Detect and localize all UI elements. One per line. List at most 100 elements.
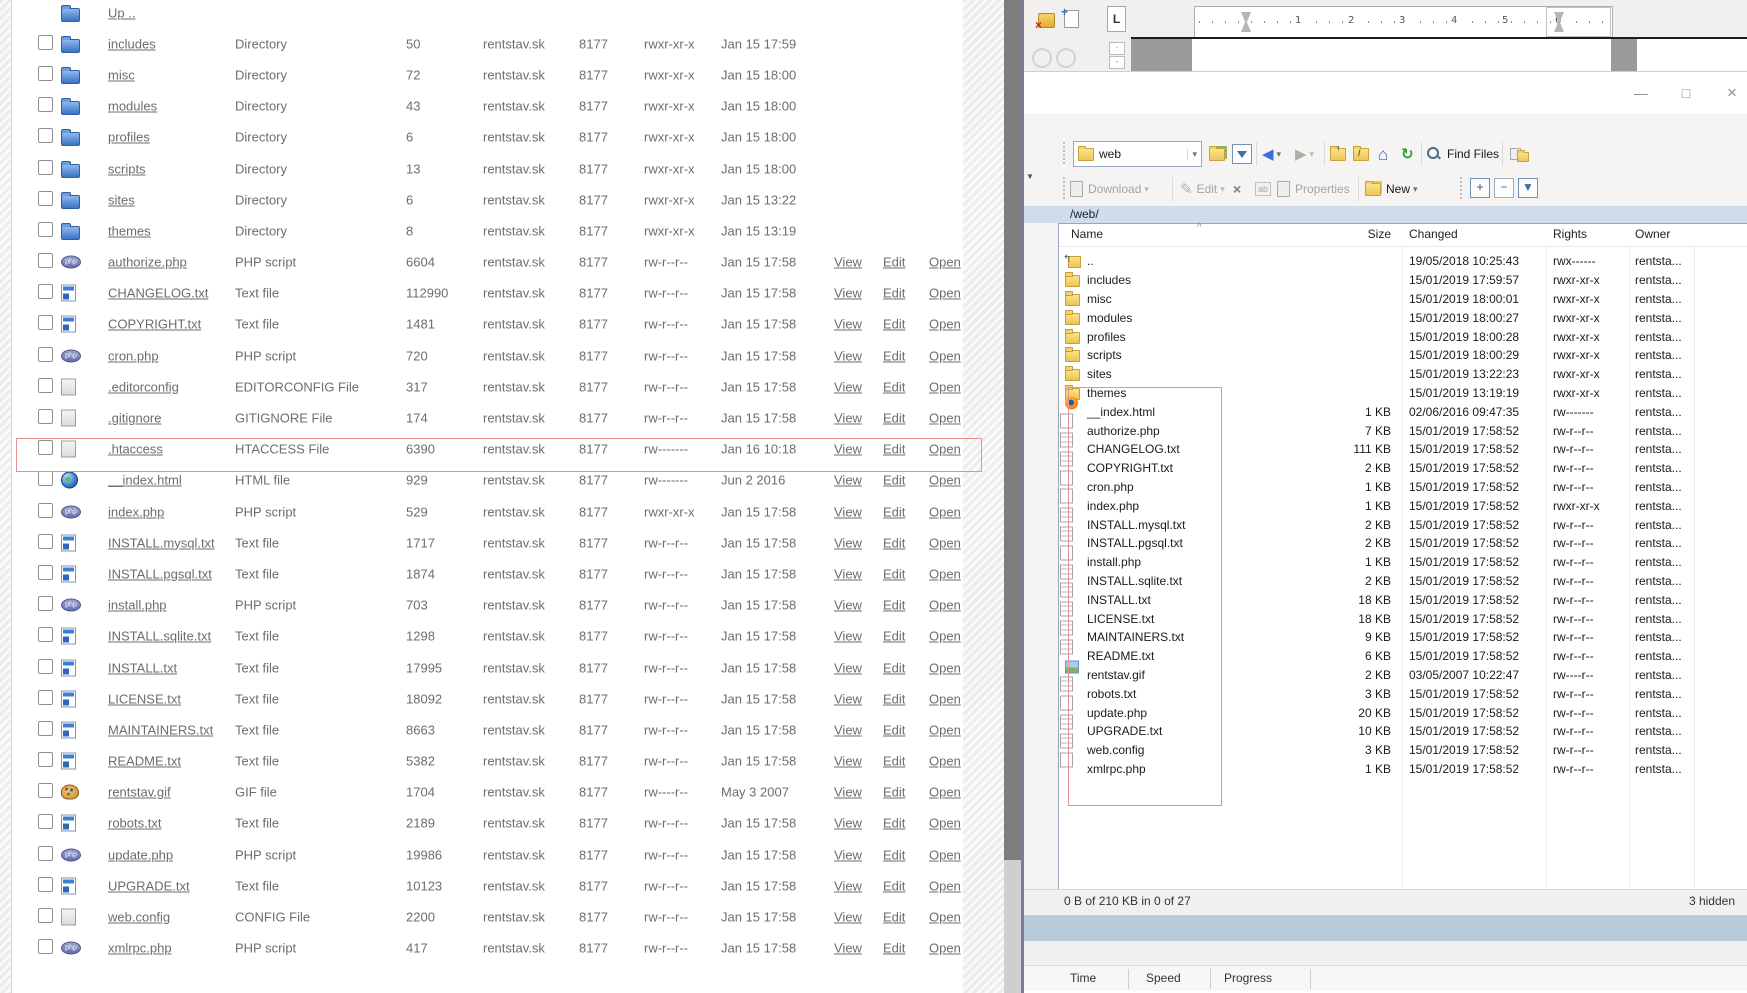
file-name-link[interactable]: index.php [108, 504, 164, 519]
view-link[interactable]: View [834, 566, 862, 581]
edit-link[interactable]: Edit [883, 691, 905, 706]
view-link[interactable]: View [834, 847, 862, 862]
properties-button[interactable]: Properties [1277, 176, 1350, 202]
decrease-size-button[interactable]: − [1494, 178, 1514, 198]
remote-file-row[interactable]: update.php 20 KB 15/01/2019 17:58:52 rw-… [1059, 703, 1747, 722]
edit-link[interactable]: Edit [883, 629, 905, 644]
open-link[interactable]: Open [929, 660, 961, 675]
new-button[interactable]: New▾ [1365, 176, 1418, 202]
view-link[interactable]: View [834, 535, 862, 550]
file-name-link[interactable]: INSTALL.mysql.txt [108, 535, 215, 550]
open-link[interactable]: Open [929, 816, 961, 831]
edit-link[interactable]: Edit [883, 317, 905, 332]
file-name-link[interactable]: INSTALL.sqlite.txt [108, 629, 211, 644]
view-link[interactable]: View [834, 941, 862, 956]
remote-file-row[interactable]: sites 15/01/2019 13:22:23 rwxr-xr-x rent… [1059, 365, 1747, 384]
open-link[interactable]: Open [929, 317, 961, 332]
row-checkbox[interactable] [38, 409, 53, 424]
file-name-link[interactable]: scripts [108, 161, 146, 176]
remote-file-row[interactable]: robots.txt 3 KB 15/01/2019 17:58:52 rw-r… [1059, 684, 1747, 703]
increase-size-button[interactable]: + [1470, 178, 1490, 198]
root-directory-button[interactable]: / [1353, 141, 1372, 167]
row-checkbox[interactable] [38, 160, 53, 175]
close-button[interactable]: × [1717, 81, 1747, 105]
file-name-link[interactable]: misc [108, 67, 135, 82]
row-checkbox[interactable] [38, 378, 53, 393]
remote-file-row[interactable]: COPYRIGHT.txt 2 KB 15/01/2019 17:58:52 r… [1059, 459, 1747, 478]
column-header-name[interactable]: Name [1071, 227, 1103, 241]
view-link[interactable]: View [834, 317, 862, 332]
queue-column-time[interactable]: Time [1070, 971, 1096, 985]
row-checkbox[interactable] [38, 627, 53, 642]
view-link[interactable]: View [834, 754, 862, 769]
address-bar[interactable]: /web/ [1024, 206, 1747, 223]
queue-column-progress[interactable]: Progress [1224, 971, 1272, 985]
row-checkbox[interactable] [38, 752, 53, 767]
edit-link[interactable]: Edit [883, 255, 905, 270]
remote-file-row[interactable]: misc 15/01/2019 18:00:01 rwxr-xr-x rents… [1059, 290, 1747, 309]
edit-link[interactable]: Edit [883, 442, 905, 457]
paste-icon[interactable] [1064, 10, 1079, 28]
open-link[interactable]: Open [929, 255, 961, 270]
column-header-size[interactable]: Size [1321, 227, 1391, 241]
row-checkbox[interactable] [38, 939, 53, 954]
edit-link[interactable]: Edit [883, 504, 905, 519]
row-checkbox[interactable] [38, 846, 53, 861]
edit-link[interactable]: Edit [883, 566, 905, 581]
file-name-link[interactable]: rentstav.gif [108, 785, 171, 800]
row-checkbox[interactable] [38, 814, 53, 829]
file-name-link[interactable]: install.php [108, 598, 167, 613]
open-link[interactable]: Open [929, 629, 961, 644]
row-checkbox[interactable] [38, 440, 53, 455]
file-name-link[interactable]: authorize.php [108, 255, 187, 270]
view-link[interactable]: View [834, 722, 862, 737]
edit-link[interactable]: Edit [883, 286, 905, 301]
row-checkbox[interactable] [38, 284, 53, 299]
tab-stop-selector[interactable]: L [1107, 6, 1126, 32]
edit-link[interactable]: Edit [883, 941, 905, 956]
row-checkbox[interactable] [38, 659, 53, 674]
row-checkbox[interactable] [38, 783, 53, 798]
edit-link[interactable]: Edit [883, 754, 905, 769]
remote-file-row[interactable]: LICENSE.txt 18 KB 15/01/2019 17:58:52 rw… [1059, 609, 1747, 628]
download-button[interactable]: Download▾ [1070, 176, 1149, 202]
open-link[interactable]: Open [929, 754, 961, 769]
file-name-link[interactable]: .htaccess [108, 442, 163, 457]
remote-file-row[interactable]: cron.php 1 KB 15/01/2019 17:58:52 rw-r--… [1059, 478, 1747, 497]
row-checkbox[interactable] [38, 721, 53, 736]
remote-file-row[interactable]: web.config 3 KB 15/01/2019 17:58:52 rw-r… [1059, 741, 1747, 760]
open-link[interactable]: Open [929, 442, 961, 457]
open-link[interactable]: Open [929, 473, 961, 488]
open-directory-button[interactable] [1209, 141, 1225, 167]
edit-link[interactable]: Edit [883, 598, 905, 613]
forward-button[interactable]: ▶▾ [1295, 141, 1314, 167]
column-header-owner[interactable]: Owner [1635, 227, 1670, 241]
queue-column-speed[interactable]: Speed [1146, 971, 1181, 985]
remote-file-row[interactable]: index.php 1 KB 15/01/2019 17:58:52 rwxr-… [1059, 496, 1747, 515]
file-name-link[interactable]: COPYRIGHT.txt [108, 317, 201, 332]
open-link[interactable]: Open [929, 379, 961, 394]
open-link[interactable]: Open [929, 566, 961, 581]
remote-file-row[interactable]: UPGRADE.txt 10 KB 15/01/2019 17:58:52 rw… [1059, 722, 1747, 741]
file-name-link[interactable]: INSTALL.txt [108, 660, 177, 675]
edit-button[interactable]: ✎ Edit▾ [1180, 176, 1225, 202]
toolbar-gripper[interactable] [1063, 142, 1068, 164]
remote-file-row[interactable]: modules 15/01/2019 18:00:27 rwxr-xr-x re… [1059, 308, 1747, 327]
file-name-link[interactable]: __index.html [108, 473, 182, 488]
file-name-link[interactable]: CHANGELOG.txt [108, 286, 208, 301]
edit-link[interactable]: Edit [883, 348, 905, 363]
remote-file-row[interactable]: MAINTAINERS.txt 9 KB 15/01/2019 17:58:52… [1059, 628, 1747, 647]
view-link[interactable]: View [834, 878, 862, 893]
row-checkbox[interactable] [38, 347, 53, 362]
open-link[interactable]: Open [929, 847, 961, 862]
open-link[interactable]: Open [929, 286, 961, 301]
view-link[interactable]: View [834, 598, 862, 613]
view-link[interactable]: View [834, 255, 862, 270]
remote-file-row[interactable]: INSTALL.mysql.txt 2 KB 15/01/2019 17:58:… [1059, 515, 1747, 534]
remote-file-row[interactable]: profiles 15/01/2019 18:00:28 rwxr-xr-x r… [1059, 327, 1747, 346]
row-checkbox[interactable] [38, 315, 53, 330]
ruler-spin-down[interactable]: - [1109, 56, 1125, 69]
file-name-link[interactable]: .editorconfig [108, 379, 179, 394]
view-link[interactable]: View [834, 442, 862, 457]
remote-file-row[interactable]: INSTALL.sqlite.txt 2 KB 15/01/2019 17:58… [1059, 572, 1747, 591]
